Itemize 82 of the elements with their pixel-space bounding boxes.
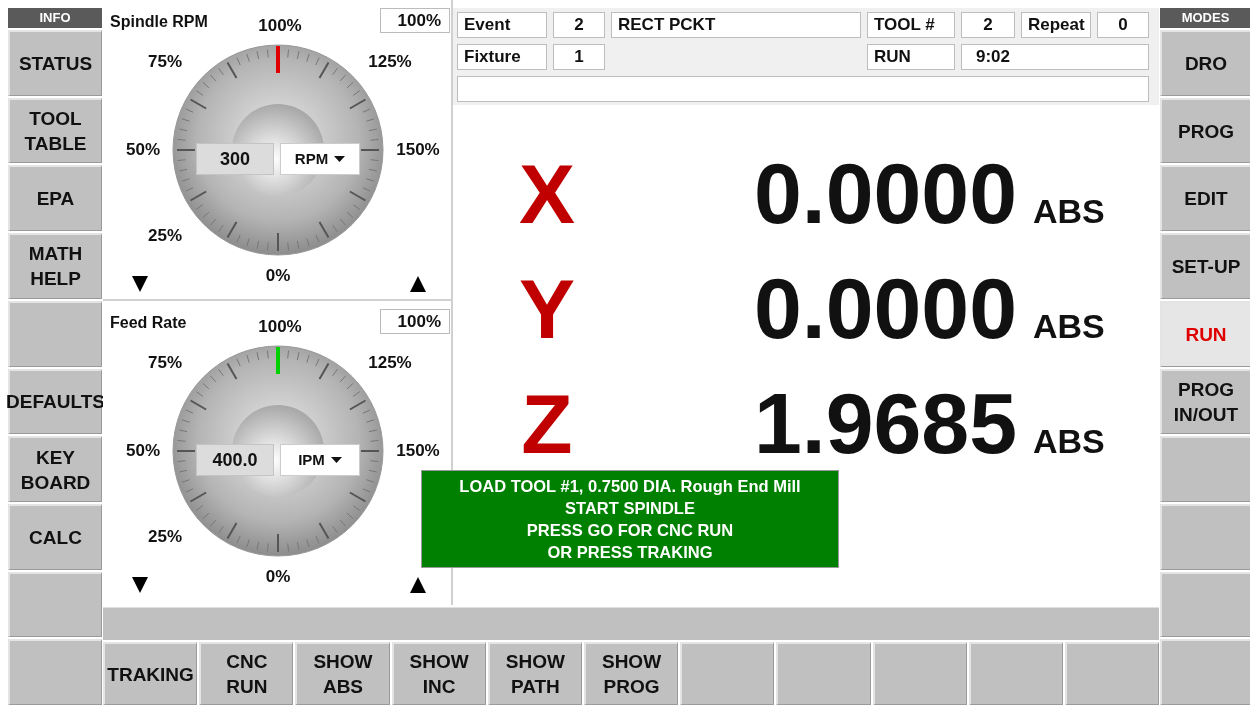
time-field: 9:02 bbox=[961, 44, 1149, 70]
unit-dropdown[interactable]: RPM bbox=[280, 143, 360, 175]
soft-button[interactable]: PROG IN/OUT bbox=[1160, 368, 1250, 435]
percent-field[interactable]: 100% bbox=[380, 309, 450, 334]
scale-label: 50% bbox=[126, 139, 160, 162]
value-field[interactable]: 300 bbox=[196, 143, 274, 175]
scale-label: 25% bbox=[148, 526, 182, 549]
soft-button[interactable]: STATUS bbox=[8, 30, 102, 96]
axis-position-readout: 0.0000 bbox=[752, 150, 1017, 236]
axis-position-readout: 1.9685 bbox=[752, 380, 1017, 466]
scale-label: 100% bbox=[258, 316, 302, 339]
blank-button[interactable] bbox=[8, 571, 102, 638]
scale-label: 75% bbox=[148, 51, 182, 74]
percent-field[interactable]: 100% bbox=[380, 8, 450, 33]
soft-button[interactable]: SHOW PROG bbox=[583, 642, 679, 705]
info-header: INFO bbox=[8, 8, 102, 28]
blank-button[interactable] bbox=[776, 642, 871, 705]
blank-button[interactable] bbox=[1160, 639, 1250, 705]
caret-icon bbox=[334, 156, 346, 162]
soft-button[interactable]: SHOW INC bbox=[391, 642, 486, 705]
soft-button[interactable]: PROG bbox=[1160, 97, 1250, 164]
modes-header: MODES bbox=[1160, 8, 1250, 28]
program-name-field: RECT PCKT bbox=[611, 12, 861, 38]
value-field: 2 bbox=[553, 12, 605, 38]
axis-label: Z bbox=[520, 382, 574, 466]
soft-button[interactable]: MATH HELP bbox=[8, 233, 102, 299]
gauge-title: Spindle RPM bbox=[110, 12, 208, 32]
field-label: Event bbox=[457, 12, 547, 38]
decrease-arrow-icon[interactable] bbox=[132, 577, 148, 593]
blank-button[interactable] bbox=[680, 642, 775, 705]
unit-dropdown[interactable]: IPM bbox=[280, 444, 360, 476]
decrease-arrow-icon[interactable] bbox=[132, 276, 148, 292]
coordinate-mode-label: ABS bbox=[1033, 309, 1105, 343]
increase-arrow-icon[interactable] bbox=[410, 276, 426, 292]
value-field: 1 bbox=[553, 44, 605, 70]
field-label: Fixture bbox=[457, 44, 547, 70]
scale-label: 150% bbox=[396, 440, 440, 463]
soft-button[interactable]: EPA bbox=[8, 165, 102, 232]
scale-label: 125% bbox=[368, 352, 412, 375]
soft-button[interactable]: EDIT bbox=[1160, 165, 1250, 232]
status-field: RUN bbox=[867, 44, 955, 70]
blank-button[interactable] bbox=[968, 642, 1063, 705]
coordinate-mode-label: ABS bbox=[1033, 424, 1105, 458]
field-label: TOOL # bbox=[867, 12, 955, 38]
soft-button[interactable]: SET-UP bbox=[1160, 233, 1250, 299]
blank-button[interactable] bbox=[8, 300, 102, 367]
gauge-title: Feed Rate bbox=[110, 313, 187, 333]
scale-label: 0% bbox=[265, 265, 291, 288]
caret-icon bbox=[330, 457, 342, 463]
field-label: Repeat bbox=[1021, 12, 1091, 38]
scale-label: 25% bbox=[148, 225, 182, 248]
scale-label: 50% bbox=[126, 440, 160, 463]
blank-button[interactable] bbox=[1160, 503, 1250, 570]
soft-button[interactable]: KEY BOARD bbox=[8, 436, 102, 502]
value-field: 0 bbox=[1097, 12, 1149, 38]
soft-button[interactable]: DRO bbox=[1160, 30, 1250, 96]
value-field[interactable]: 400.0 bbox=[196, 444, 274, 476]
scale-label: 0% bbox=[265, 566, 291, 589]
scale-label: 75% bbox=[148, 352, 182, 375]
soft-button[interactable]: CALC bbox=[8, 503, 102, 570]
soft-button[interactable]: SHOW PATH bbox=[487, 642, 582, 705]
blank-button[interactable] bbox=[1064, 642, 1160, 705]
instruction-message: LOAD TOOL #1, 0.7500 DIA. Rough End Mill START SPINDLE PRESS GO FOR CNC RUN OR PRESS TRAKING bbox=[421, 470, 839, 568]
soft-button[interactable]: TRAKING bbox=[103, 642, 198, 705]
scale-label: 125% bbox=[368, 51, 412, 74]
axis-label: Y bbox=[518, 267, 576, 351]
axis-position-readout: 0.0000 bbox=[752, 265, 1017, 351]
scale-label: 150% bbox=[396, 139, 440, 162]
soft-button[interactable]: RUN bbox=[1160, 300, 1250, 367]
blank-button[interactable] bbox=[8, 639, 102, 705]
coordinate-mode-label: ABS bbox=[1033, 194, 1105, 228]
value-field: 2 bbox=[961, 12, 1015, 38]
soft-button[interactable]: SHOW ABS bbox=[295, 642, 390, 705]
axis-label: X bbox=[518, 152, 576, 236]
soft-button[interactable]: DEFAULTS bbox=[8, 368, 102, 435]
blank-button[interactable] bbox=[1160, 571, 1250, 638]
scale-label: 100% bbox=[258, 15, 302, 38]
increase-arrow-icon[interactable] bbox=[410, 577, 426, 593]
soft-button[interactable]: CNC RUN bbox=[199, 642, 294, 705]
blank-button[interactable] bbox=[872, 642, 967, 705]
soft-button[interactable]: TOOL TABLE bbox=[8, 97, 102, 164]
blank-button[interactable] bbox=[1160, 436, 1250, 502]
